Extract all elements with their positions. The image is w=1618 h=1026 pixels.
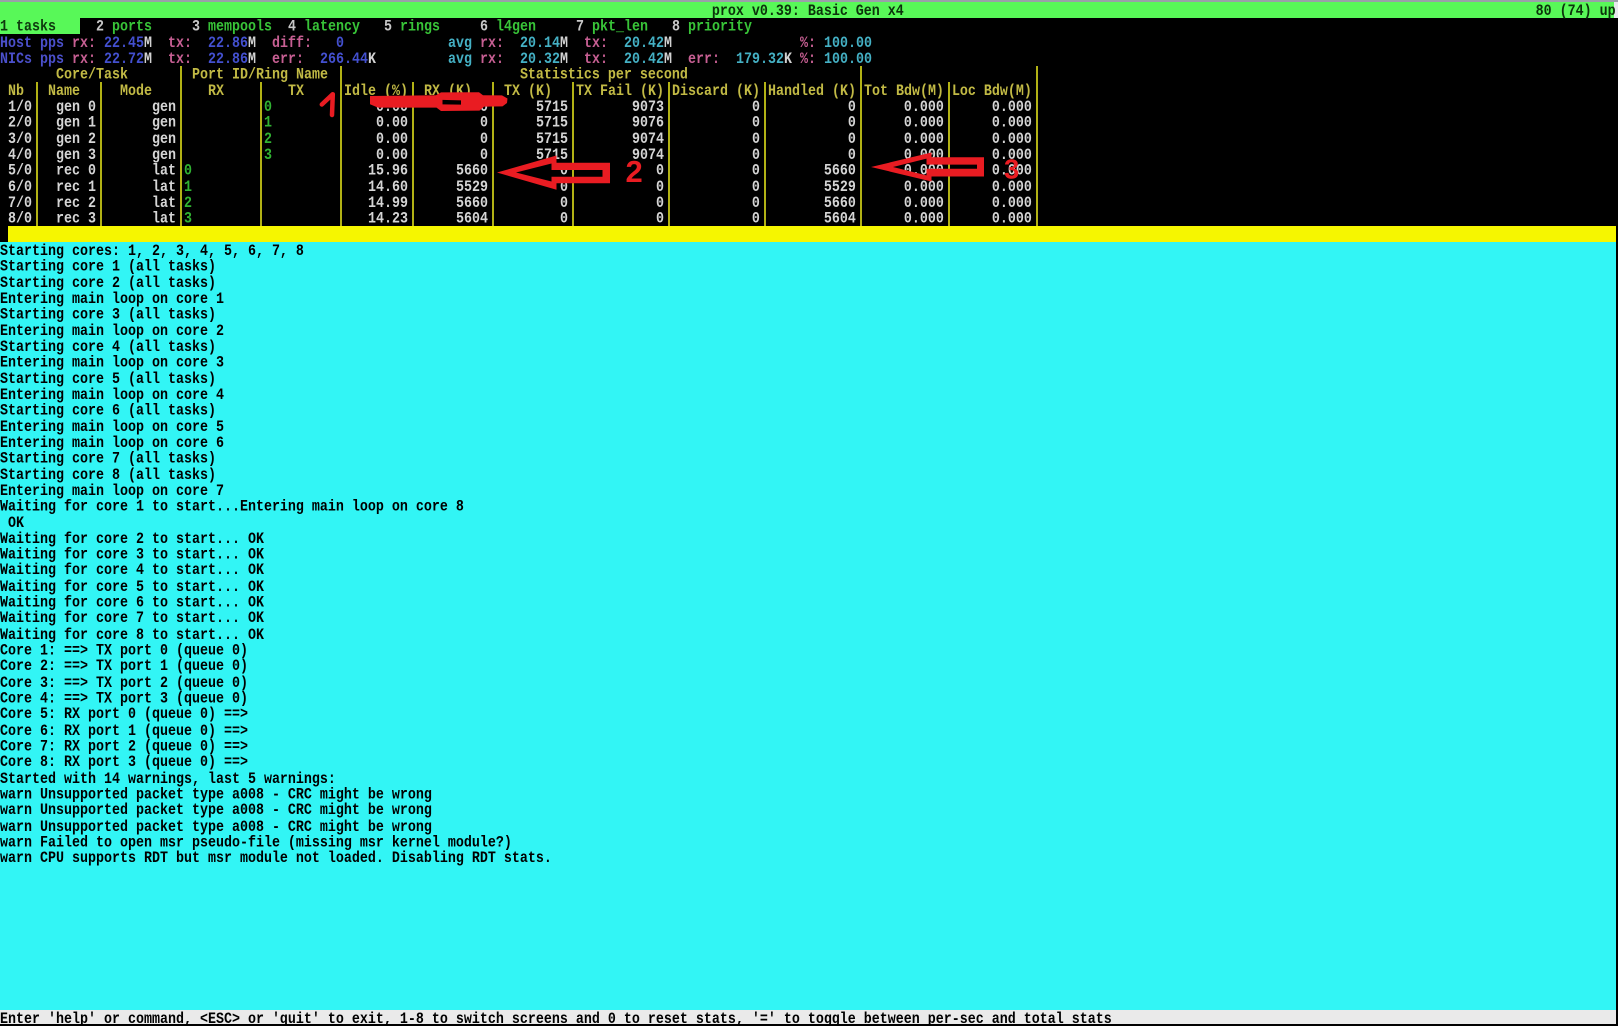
svg-text:3: 3 — [1004, 153, 1019, 184]
svg-text:2: 2 — [626, 154, 643, 189]
